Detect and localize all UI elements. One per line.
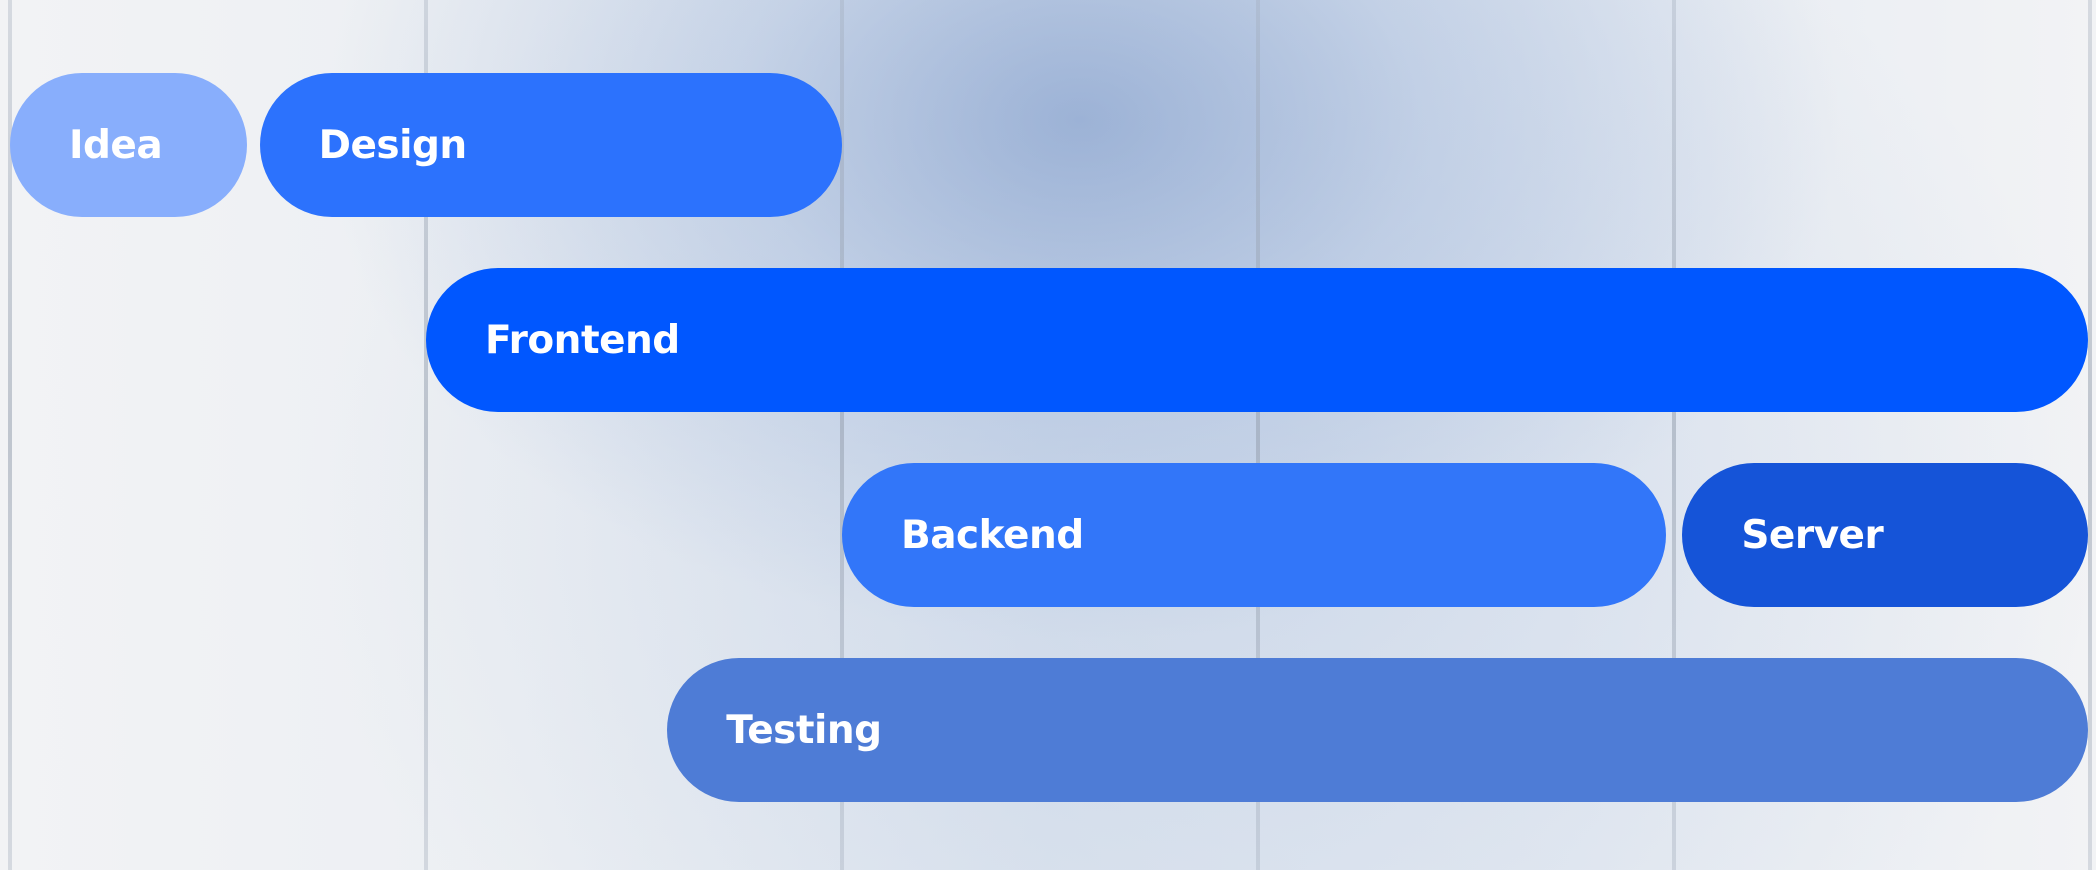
task-label-testing: Testing — [726, 707, 882, 753]
task-bar-server[interactable]: Server — [1682, 463, 2088, 607]
task-bar-frontend[interactable]: Frontend — [426, 268, 2088, 412]
task-label-frontend: Frontend — [485, 317, 680, 363]
task-label-idea: Idea — [69, 122, 163, 168]
task-bar-backend[interactable]: Backend — [842, 463, 1666, 607]
task-label-server: Server — [1741, 512, 1884, 558]
task-bar-idea[interactable]: Idea — [10, 73, 248, 217]
gantt-chart: Idea Design Frontend Backend Server Testing — [0, 0, 2096, 870]
task-bar-design[interactable]: Design — [259, 73, 842, 217]
gridline-5 — [2088, 0, 2092, 870]
task-label-design: Design — [318, 122, 468, 168]
task-bar-testing[interactable]: Testing — [667, 658, 2088, 802]
task-label-backend: Backend — [901, 512, 1084, 558]
